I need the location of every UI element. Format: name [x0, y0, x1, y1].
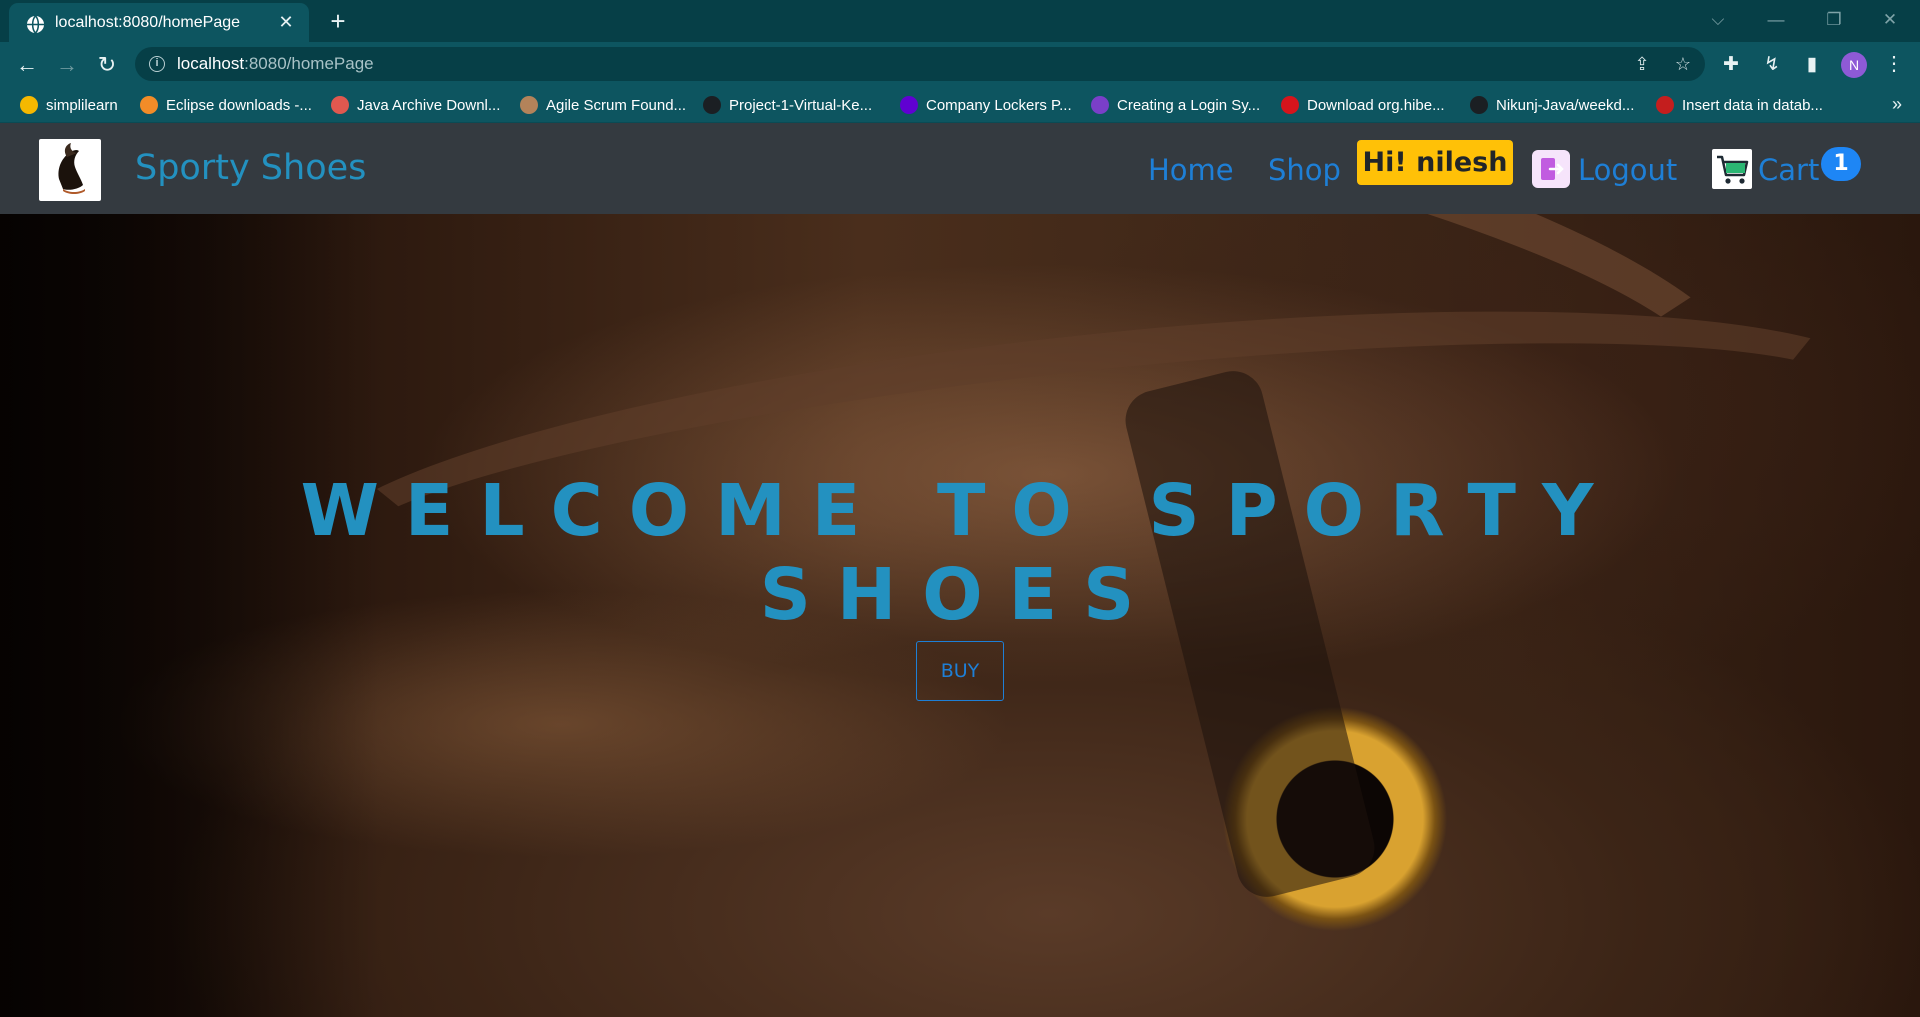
nav-shop-link[interactable]: Shop	[1268, 153, 1341, 187]
star-icon[interactable]: ☆	[1672, 53, 1694, 75]
more-menu-icon[interactable]: ⋮	[1880, 50, 1908, 78]
github-icon	[1470, 96, 1488, 114]
yahoo-icon	[900, 96, 918, 114]
tab-search-icon[interactable]: ⌵	[1703, 8, 1733, 32]
hero-banner: WELCOME TO SPORTY SHOES BUY	[0, 214, 1920, 1017]
nav-cart-link[interactable]: Cart	[1758, 153, 1819, 187]
bookmark-item[interactable]: Insert data in datab...	[1656, 94, 1823, 116]
bookmark-label: Eclipse downloads -...	[166, 96, 312, 114]
bookmark-label: Creating a Login Sy...	[1117, 96, 1261, 114]
bookmark-label: Download org.hibe...	[1307, 96, 1445, 114]
winged-shoe-logo	[58, 143, 85, 194]
restore-button[interactable]: ❐	[1819, 8, 1849, 32]
hero-title-line-1: WELCOME TO SPORTY	[300, 469, 1620, 552]
brand-logo[interactable]	[39, 139, 101, 201]
hero-title-line-2: SHOES	[759, 553, 1161, 636]
url-text[interactable]: localhost:8080/homePage	[177, 54, 374, 74]
browser-tab-bar: localhost:8080/homePage ✕ + ⌵ — ❐ ✕	[0, 0, 1920, 42]
globe-icon	[26, 15, 45, 34]
bookmark-label: Insert data in datab...	[1682, 96, 1823, 114]
bookmark-item[interactable]: Download org.hibe...	[1281, 94, 1445, 116]
url-path: :8080/homePage	[244, 54, 374, 73]
bookmark-item[interactable]: simplilearn	[20, 94, 118, 116]
user-greeting-badge: Hi! nilesh	[1357, 140, 1513, 185]
extension-sync-icon[interactable]: ↯	[1759, 52, 1785, 78]
brand-name[interactable]: Sporty Shoes	[135, 148, 366, 188]
bookmark-item[interactable]: Creating a Login Sy...	[1091, 94, 1260, 116]
minimize-button[interactable]: —	[1761, 8, 1791, 32]
logout-icon[interactable]	[1532, 150, 1570, 188]
oracle-icon	[331, 96, 349, 114]
bookmark-label: Agile Scrum Found...	[546, 96, 687, 114]
extensions-icon[interactable]: ✚	[1718, 52, 1744, 78]
cart-count-badge: 1	[1821, 147, 1861, 181]
bookmarks-bar: simplilearn Eclipse downloads -... Java Ar…	[0, 87, 1920, 123]
bookmark-item[interactable]: Nikunj-Java/weekd...	[1470, 94, 1634, 116]
github-icon	[703, 96, 721, 114]
profile-avatar[interactable]: N	[1841, 52, 1867, 78]
hero-title: WELCOME TO SPORTY SHOES	[0, 469, 1920, 637]
agile-icon	[520, 96, 538, 114]
site-navbar: Sporty Shoes Home Shop Hi! nilesh Logout…	[0, 123, 1920, 214]
database-icon	[1656, 96, 1674, 114]
tab-title: localhost:8080/homePage	[55, 14, 241, 31]
shopping-cart-icon[interactable]	[1712, 149, 1752, 189]
forward-button[interactable]: →	[53, 51, 81, 79]
reload-button[interactable]: ↻	[93, 51, 121, 79]
st-icon	[1091, 96, 1109, 114]
bookmark-item[interactable]: Eclipse downloads -...	[140, 94, 312, 116]
eclipse-icon	[140, 96, 158, 114]
bookmark-label: simplilearn	[46, 96, 118, 114]
download-icon	[1281, 96, 1299, 114]
url-host: localhost	[177, 54, 245, 73]
bookmark-item[interactable]: Agile Scrum Found...	[520, 94, 686, 116]
bookmark-item[interactable]: Java Archive Downl...	[331, 94, 500, 116]
share-icon[interactable]: ⇪	[1631, 53, 1653, 75]
bookmark-label: Java Archive Downl...	[357, 96, 501, 114]
bookmark-label: Company Lockers P...	[926, 96, 1072, 114]
site-info-icon[interactable]: i	[149, 56, 165, 72]
more-bookmarks-icon[interactable]: »	[1892, 94, 1902, 115]
bookmark-item[interactable]: Company Lockers P...	[900, 94, 1072, 116]
bookmark-label: Nikunj-Java/weekd...	[1496, 96, 1635, 114]
browser-tab-active[interactable]: localhost:8080/homePage ✕	[9, 3, 309, 42]
new-tab-button[interactable]: +	[324, 8, 352, 36]
side-panel-icon[interactable]: ▮	[1799, 52, 1825, 78]
back-button[interactable]: ←	[13, 51, 41, 79]
browser-toolbar: ← → ↻ i localhost:8080/homePage ⇪ ☆	[0, 42, 1920, 87]
window-close-button[interactable]: ✕	[1875, 8, 1905, 32]
buy-button[interactable]: BUY	[916, 641, 1004, 701]
simplilearn-icon	[20, 96, 38, 114]
nav-home-link[interactable]: Home	[1148, 153, 1234, 187]
bookmark-item[interactable]: Project-1-Virtual-Ke...	[703, 94, 872, 116]
nav-logout-link[interactable]: Logout	[1578, 153, 1677, 187]
bookmark-label: Project-1-Virtual-Ke...	[729, 96, 873, 114]
address-bar[interactable]: i localhost:8080/homePage ⇪ ☆	[135, 47, 1705, 81]
close-icon[interactable]: ✕	[275, 11, 297, 33]
